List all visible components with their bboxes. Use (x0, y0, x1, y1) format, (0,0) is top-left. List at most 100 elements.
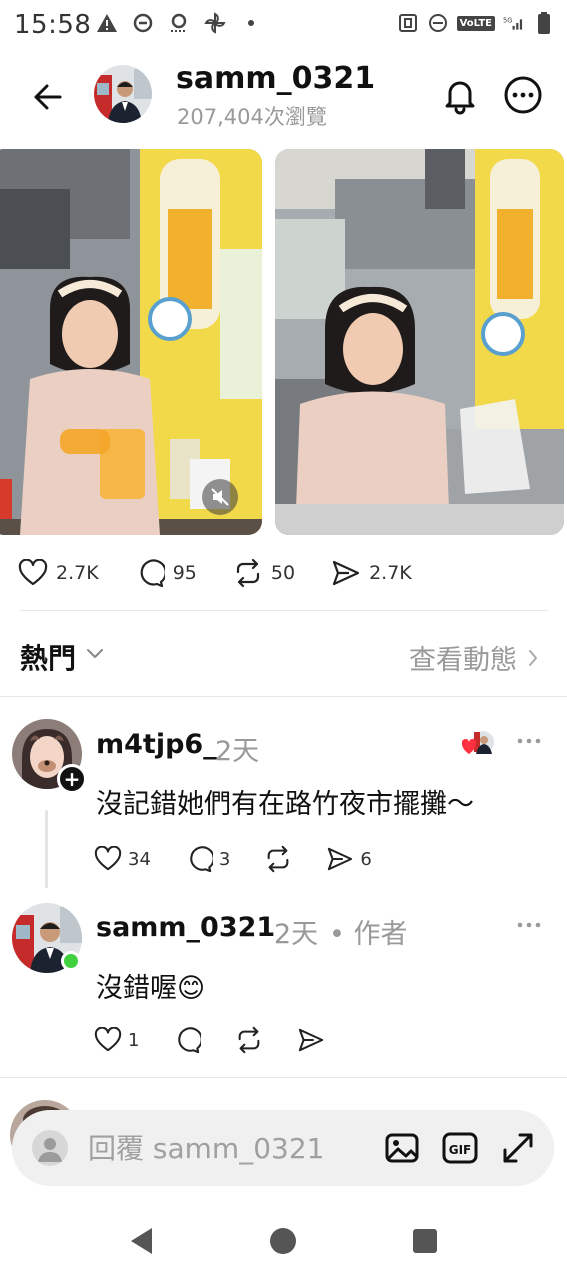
comment-like-button[interactable]: 1 (94, 1027, 139, 1053)
pinwheel-icon (204, 12, 226, 34)
repost-icon (239, 1026, 260, 1054)
data-saver-icon (132, 12, 154, 34)
comment-text: 沒記錯她們有在路竹夜市擺攤～ (96, 789, 474, 820)
comment-more-button[interactable] (516, 914, 542, 940)
like-button[interactable]: 2.7K (18, 559, 99, 587)
comment-actions: 34 3 6 (94, 845, 406, 873)
photo-illustration (275, 149, 564, 535)
status-right-icons: VoLTE 5G (397, 12, 555, 34)
comment-like-count: 34 (128, 848, 151, 870)
repost-button[interactable]: 50 (233, 558, 295, 588)
comment-button[interactable]: 95 (135, 558, 197, 588)
warning-icon (96, 12, 118, 34)
comment-icon (140, 559, 165, 588)
comment-reply-button[interactable]: 3 (185, 845, 230, 873)
divider (0, 1077, 567, 1078)
follow-button[interactable]: + (57, 764, 87, 794)
divider (20, 610, 548, 611)
svg-text:5G: 5G (503, 16, 512, 24)
voicemail-icon (168, 12, 190, 34)
heart-icon (94, 846, 122, 871)
dot-icon (240, 12, 262, 34)
square-recents-icon (413, 1229, 437, 1253)
notification-button[interactable] (440, 75, 480, 115)
more-horizontal-icon (517, 738, 541, 744)
view-activity-label: 查看動態 (409, 645, 517, 676)
sort-dropdown-label[interactable]: 熱門 (20, 637, 76, 677)
post-actions: 2.7K 95 50 2.7K (18, 557, 448, 589)
send-icon (328, 847, 353, 871)
comment-count: 95 (172, 562, 197, 584)
comment-text: 沒錯喔😊 (96, 973, 206, 1004)
reply-bar: GIF (12, 1110, 554, 1186)
repost-count: 50 (270, 562, 296, 584)
speaker-muted-icon (211, 488, 229, 506)
status-left-icons (96, 12, 262, 34)
back-button[interactable] (28, 77, 68, 117)
comment-share-button[interactable] (297, 1027, 325, 1053)
more-horizontal-icon (504, 76, 542, 114)
post-header: samm_0321 207,404次瀏覽 (0, 55, 567, 135)
comment-username[interactable]: m4tjp6_ (96, 729, 217, 760)
nav-home-button[interactable] (266, 1224, 300, 1258)
comment-icon (178, 1027, 202, 1054)
arrow-left-icon (34, 84, 62, 110)
view-count: 207,404次瀏覽 (177, 105, 327, 129)
share-button[interactable]: 2.7K (331, 559, 412, 587)
send-icon (332, 560, 360, 586)
repost-icon (236, 558, 259, 588)
author-avatar[interactable] (94, 65, 152, 123)
battery-icon (533, 12, 555, 34)
dnd-icon (427, 12, 449, 34)
heart-icon (18, 559, 48, 586)
comment-share-count: 6 (360, 848, 372, 870)
comment-more-button[interactable] (516, 730, 542, 756)
author-tag: • 作者 (329, 919, 408, 950)
comment-actions: 1 (94, 1026, 359, 1054)
image-icon (385, 1133, 419, 1163)
thread-line (45, 810, 48, 888)
divider (0, 696, 567, 697)
comment-like-count: 1 (128, 1029, 140, 1051)
circle-home-icon (270, 1228, 296, 1254)
post-video[interactable] (0, 149, 262, 535)
comment-time: 2天 (215, 736, 260, 767)
comment-reply-button[interactable] (173, 1026, 202, 1054)
comment-reply-count: 3 (218, 848, 231, 870)
volte-badge: VoLTE (456, 15, 495, 31)
mute-toggle-button[interactable] (202, 479, 238, 515)
more-options-button[interactable] (503, 75, 543, 115)
add-image-button[interactable] (384, 1130, 420, 1166)
send-icon (299, 1028, 324, 1052)
comment-repost-button[interactable] (235, 1026, 263, 1054)
comment-time: 2天 (274, 919, 319, 950)
expand-icon (503, 1133, 533, 1163)
nav-back-button[interactable] (126, 1224, 160, 1258)
status-time: 15:58 (14, 10, 92, 40)
post-image[interactable] (275, 149, 564, 535)
view-activity-link[interactable]: 查看動態 (409, 638, 539, 677)
default-user-icon (38, 1138, 62, 1162)
chevron-down-icon[interactable] (86, 645, 104, 664)
comment-username[interactable]: samm_0321 (96, 912, 275, 943)
status-bar: 15:58 VoLTE 5G (0, 0, 567, 50)
reply-input[interactable] (88, 1128, 358, 1168)
share-count: 2.7K (369, 562, 412, 584)
comment-repost-button[interactable] (264, 845, 292, 873)
comment-like-button[interactable]: 34 (94, 846, 151, 872)
comment-icon (190, 846, 213, 873)
add-gif-button[interactable]: GIF (442, 1130, 478, 1166)
author-username[interactable]: samm_0321 (176, 61, 375, 96)
liked-by-author-indicator (461, 730, 496, 756)
nav-recents-button[interactable] (408, 1224, 442, 1258)
gif-icon: GIF (442, 1132, 478, 1164)
system-navigation-bar (0, 1200, 567, 1280)
online-status-indicator (61, 951, 81, 971)
like-count: 2.7K (56, 562, 99, 584)
bell-icon (445, 81, 475, 115)
triangle-back-icon (131, 1228, 152, 1254)
comment-share-button[interactable]: 6 (326, 846, 372, 872)
expand-button[interactable] (500, 1130, 536, 1166)
nfc-icon (397, 12, 419, 34)
heart-icon (94, 1027, 122, 1052)
